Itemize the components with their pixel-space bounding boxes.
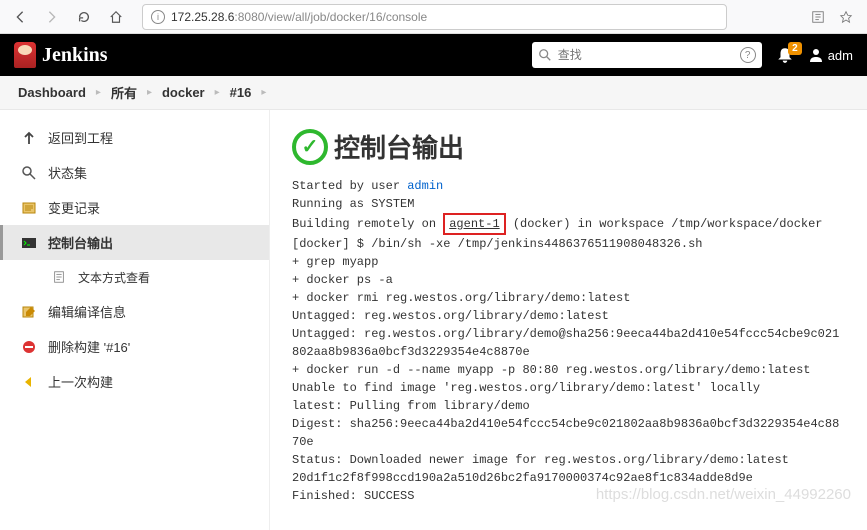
username: adm (828, 48, 853, 63)
agent-link[interactable]: agent-1 (449, 217, 499, 231)
notifications-button[interactable]: 2 (776, 46, 794, 64)
sidebar-item-delete-build[interactable]: 删除构建 '#16' (0, 329, 269, 364)
sidebar-item-label: 控制台输出 (48, 233, 113, 252)
up-arrow-icon (20, 129, 38, 147)
sidebar-item-label: 上一次构建 (48, 372, 113, 391)
terminal-icon (20, 234, 38, 252)
sidebar-item-status[interactable]: 状态集 (0, 155, 269, 190)
url-bar[interactable]: i 172.25.28.6:8080/view/all/job/docker/1… (142, 4, 727, 30)
page-title: 控制台输出 (334, 128, 464, 165)
search-box[interactable]: ? (532, 42, 762, 68)
sidebar-item-previous-build[interactable]: 上一次构建 (0, 364, 269, 399)
info-icon: i (151, 10, 165, 24)
search-input[interactable] (558, 48, 736, 62)
user-menu[interactable]: adm (808, 47, 853, 63)
forward-button[interactable] (38, 3, 66, 31)
search-icon (538, 48, 552, 62)
sidebar-item-changes[interactable]: 变更记录 (0, 190, 269, 225)
home-button[interactable] (102, 3, 130, 31)
jenkins-brand-text: Jenkins (42, 44, 108, 67)
reload-button[interactable] (70, 3, 98, 31)
url-host: 172.25.28.6 (171, 10, 234, 24)
breadcrumb: Dashboard ▸ 所有 ▸ docker ▸ #16 ▸ (0, 76, 867, 110)
chevron-right-icon: ▸ (96, 87, 101, 98)
document-icon (50, 268, 68, 286)
back-button[interactable] (6, 3, 34, 31)
sidebar-item-label: 变更记录 (48, 198, 100, 217)
reader-icon[interactable] (811, 10, 825, 24)
chevron-right-icon: ▸ (147, 87, 152, 98)
sidebar-item-console-output[interactable]: 控制台输出 (0, 225, 269, 260)
agent-highlight: agent-1 (443, 213, 505, 235)
sidebar-item-label: 删除构建 '#16' (48, 337, 130, 356)
console-output: Started by user admin Running as SYSTEM … (292, 177, 845, 505)
jenkins-logo[interactable]: Jenkins (14, 42, 108, 68)
sidebar-item-label: 编辑编译信息 (48, 302, 126, 321)
edit-icon (20, 303, 38, 321)
bookmark-icon[interactable] (839, 10, 853, 24)
delete-icon (20, 338, 38, 356)
sidebar-item-plain-text[interactable]: 文本方式查看 (0, 260, 269, 294)
notification-badge: 2 (788, 42, 802, 55)
magnifier-icon (20, 164, 38, 182)
breadcrumb-build[interactable]: #16 (230, 85, 252, 100)
sidebar-item-back-to-project[interactable]: 返回到工程 (0, 120, 269, 155)
chevron-right-icon: ▸ (215, 87, 220, 98)
sidebar-item-label: 文本方式查看 (78, 269, 150, 286)
chevron-right-icon: ▸ (261, 87, 266, 98)
user-icon (808, 47, 824, 63)
page-title-row: ✓ 控制台输出 (292, 128, 845, 165)
user-link[interactable]: admin (407, 179, 443, 193)
breadcrumb-docker[interactable]: docker (162, 85, 205, 100)
jenkins-header: Jenkins ? 2 adm (0, 34, 867, 76)
browser-toolbar: i 172.25.28.6:8080/view/all/job/docker/1… (0, 0, 867, 34)
search-help-icon[interactable]: ? (740, 47, 756, 63)
jenkins-logo-icon (14, 42, 36, 68)
breadcrumb-dashboard[interactable]: Dashboard (18, 85, 86, 100)
sidebar-item-label: 状态集 (48, 163, 87, 182)
success-icon: ✓ (292, 129, 328, 165)
previous-icon (20, 373, 38, 391)
sidebar: 返回到工程 状态集 变更记录 控制台输出 文本方式查看 编辑编译信息 删除构建 … (0, 110, 270, 530)
breadcrumb-all[interactable]: 所有 (111, 83, 137, 102)
url-path: :8080/view/all/job/docker/16/console (234, 10, 427, 24)
sidebar-item-label: 返回到工程 (48, 128, 113, 147)
sidebar-item-edit-build-info[interactable]: 编辑编译信息 (0, 294, 269, 329)
list-icon (20, 199, 38, 217)
main-content: ✓ 控制台输出 Started by user admin Running as… (270, 110, 867, 530)
